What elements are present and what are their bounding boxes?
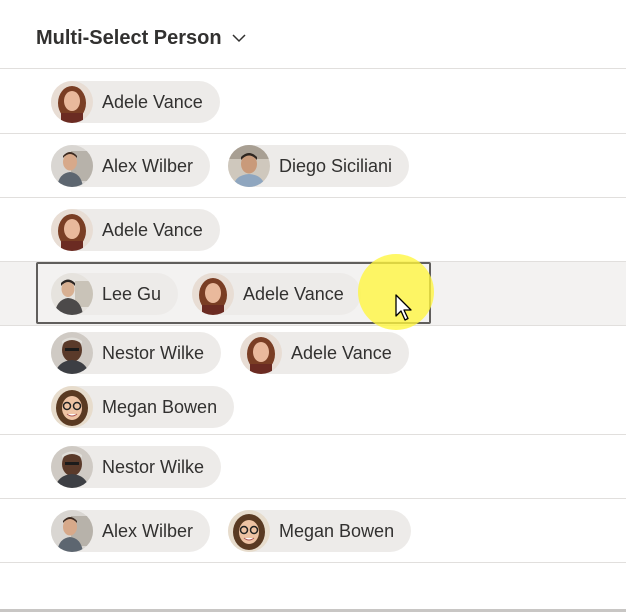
person-chip[interactable]: Diego Siciliani	[228, 145, 410, 187]
person-chip[interactable]: Megan Bowen	[228, 510, 412, 552]
person-name: Adele Vance	[102, 91, 203, 112]
list-row[interactable]: Alex Wilber Diego Siciliani	[0, 134, 626, 198]
nestor-wilke-avatar	[51, 446, 93, 488]
chevron-down-icon[interactable]	[232, 30, 246, 48]
person-name: Adele Vance	[102, 219, 203, 240]
person-name: Diego Siciliani	[279, 155, 393, 176]
person-chip[interactable]: Alex Wilber	[51, 145, 211, 187]
nestor-wilke-avatar	[51, 332, 93, 374]
person-name: Megan Bowen	[279, 520, 395, 541]
person-name: Alex Wilber	[102, 155, 194, 176]
list-row[interactable]: Adele Vance	[0, 198, 626, 262]
person-chip[interactable]: Adele Vance	[51, 209, 220, 251]
list-row[interactable]: Alex Wilber Megan Bowen	[0, 499, 626, 563]
person-chip[interactable]: Alex Wilber	[51, 510, 211, 552]
adele-vance-avatar	[240, 332, 282, 374]
adele-vance-avatar	[51, 209, 93, 251]
alex-wilber-avatar	[51, 510, 93, 552]
adele-vance-avatar	[51, 81, 93, 123]
column-header[interactable]: Multi-Select Person	[0, 0, 626, 69]
person-chip[interactable]: Nestor Wilke	[51, 446, 222, 488]
megan-bowen-avatar	[228, 510, 270, 552]
list-row[interactable]: Nestor Wilke Adele Vance Megan Bowen	[0, 326, 626, 435]
person-chip[interactable]: Megan Bowen	[51, 386, 235, 428]
person-name: Megan Bowen	[102, 396, 218, 417]
megan-bowen-avatar	[51, 386, 93, 428]
alex-wilber-avatar	[51, 145, 93, 187]
person-chip[interactable]: Adele Vance	[240, 332, 409, 374]
list-row[interactable]: Adele Vance	[0, 70, 626, 134]
mouse-pointer-icon	[395, 294, 415, 327]
person-name: Alex Wilber	[102, 520, 194, 541]
column-title[interactable]: Multi-Select Person	[36, 27, 222, 50]
person-name: Nestor Wilke	[102, 342, 205, 363]
person-chip[interactable]: Adele Vance	[51, 81, 220, 123]
person-name: Nestor Wilke	[102, 456, 205, 477]
diego-siciliani-avatar	[228, 145, 270, 187]
list-row[interactable]: Nestor Wilke	[0, 435, 626, 499]
person-name: Adele Vance	[291, 342, 392, 363]
person-chip[interactable]: Nestor Wilke	[51, 332, 222, 374]
